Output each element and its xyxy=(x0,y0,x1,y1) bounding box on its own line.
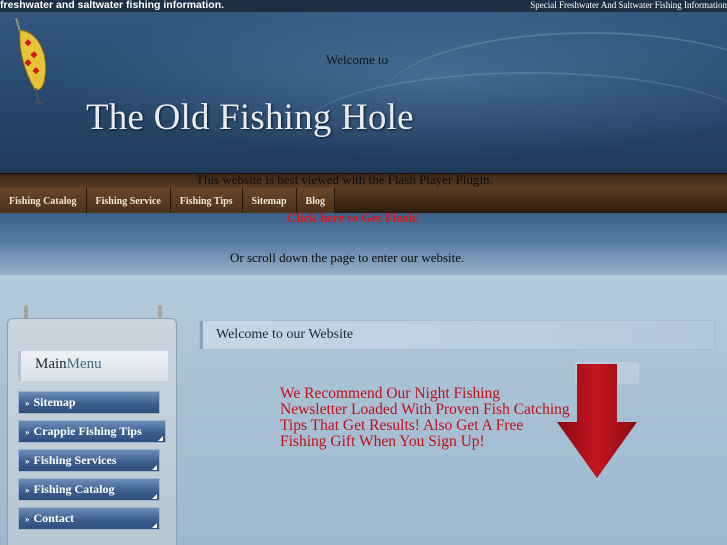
fishing-lure-icon xyxy=(15,18,47,105)
flash-notice: This website is best viewed with the Fla… xyxy=(196,172,493,187)
double-chevron-right-icon: » xyxy=(25,514,30,524)
menu-item-label: Fishing Services xyxy=(33,453,117,467)
sidebar-main-menu: MainMenu » Sitemap » Crappie Fishing Tips … xyxy=(7,318,177,545)
menu-item-label: Crappie Fishing Tips xyxy=(33,424,142,438)
scroll-notice: Or scroll down the page to enter our web… xyxy=(230,250,465,265)
site-title: The Old Fishing Hole xyxy=(86,97,414,138)
nav-item-fishing-tips[interactable]: Fishing Tips xyxy=(170,188,243,214)
double-chevron-right-icon: » xyxy=(25,485,30,495)
menu-item-fishing-catalog[interactable]: » Fishing Catalog xyxy=(18,478,160,501)
top-bar-info: Special Freshwater And Saltwater Fishing… xyxy=(530,0,727,10)
nav-item-fishing-service[interactable]: Fishing Service xyxy=(86,188,171,214)
welcome-to-text: Welcome to xyxy=(326,52,389,67)
menu-item-fishing-services[interactable]: » Fishing Services xyxy=(18,449,160,472)
top-bar: freshwater and saltwater fishing informa… xyxy=(0,0,727,12)
corner-triangle-icon xyxy=(152,494,157,499)
nav-item-fishing-catalog[interactable]: Fishing Catalog xyxy=(0,188,87,214)
menu-item-label: Fishing Catalog xyxy=(33,482,115,496)
menu-item-sitemap[interactable]: » Sitemap xyxy=(18,391,160,414)
main-menu-list: » Sitemap » Crappie Fishing Tips » Fishing … xyxy=(18,391,168,536)
double-chevron-right-icon: » xyxy=(25,398,30,408)
main-menu-title-main: Main xyxy=(35,356,67,372)
menu-item-label: Sitemap xyxy=(33,395,76,409)
menu-item-crappie-fishing-tips[interactable]: » Crappie Fishing Tips xyxy=(18,420,166,443)
main-menu-title: MainMenu xyxy=(18,351,168,381)
main-content-header: Welcome to our Website xyxy=(199,320,715,350)
corner-triangle-icon xyxy=(152,465,157,470)
double-chevron-right-icon: » xyxy=(25,456,30,466)
main-menu-title-menu: Menu xyxy=(66,356,102,372)
double-chevron-right-icon: » xyxy=(25,427,30,437)
corner-triangle-icon xyxy=(158,436,163,441)
top-bar-tagline: freshwater and saltwater fishing informa… xyxy=(0,0,225,11)
menu-item-label: Contact xyxy=(33,511,75,525)
newsletter-promo-link[interactable]: We Recommend Our Night Fishing Newslette… xyxy=(280,386,570,450)
corner-triangle-icon xyxy=(152,523,157,528)
get-flash-link[interactable]: Click here to Get Flash! xyxy=(287,210,420,226)
down-arrow-icon xyxy=(557,362,639,478)
site-header: Welcome to The Old Fishing Hole xyxy=(0,12,727,173)
menu-item-contact[interactable]: » Contact xyxy=(18,507,160,530)
